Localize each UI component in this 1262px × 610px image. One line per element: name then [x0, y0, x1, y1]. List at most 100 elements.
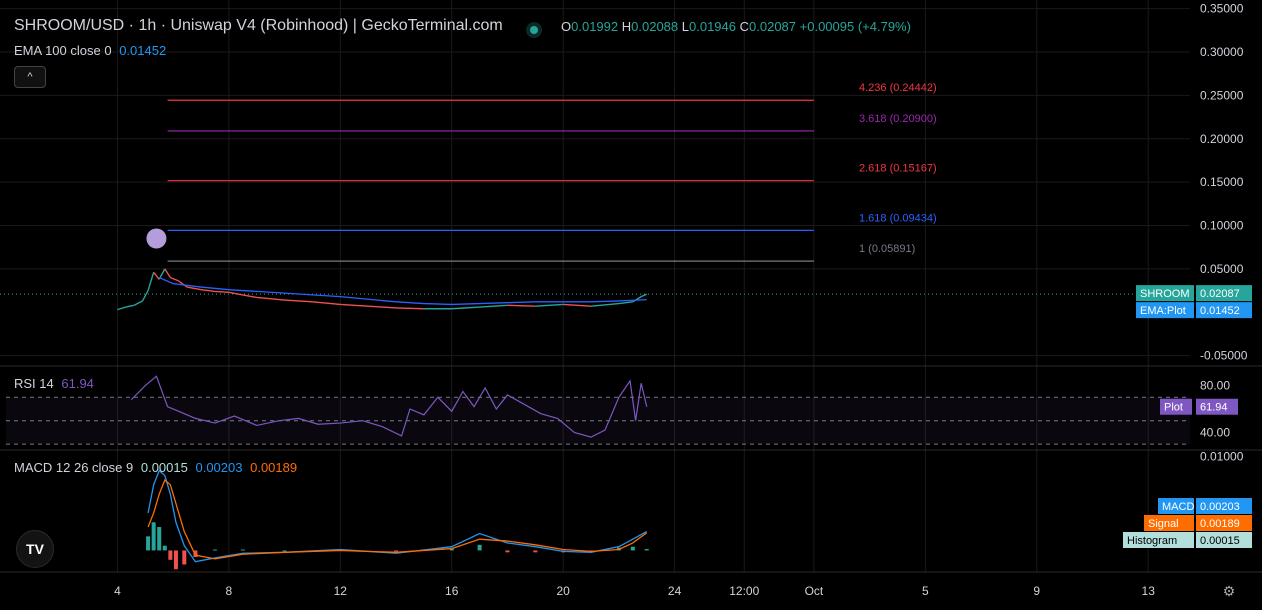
ohlc-c-label: C	[739, 19, 750, 34]
ohlc-l-value: 0.01946	[689, 19, 736, 34]
flag-marker-icon	[146, 228, 167, 249]
tradingview-logo[interactable]: TV	[16, 530, 54, 568]
rsi-tag-name: Plot	[1164, 402, 1183, 414]
price-segment	[368, 305, 397, 309]
x-tick-label: 12:00	[729, 584, 759, 598]
macd-histogram-bar	[477, 544, 482, 551]
settings-icon[interactable]: ⚙	[1220, 582, 1238, 600]
price-segment	[640, 293, 648, 298]
rsi-legend[interactable]: RSI 14 61.94	[14, 376, 94, 391]
macd-line	[147, 469, 648, 563]
price-segment	[396, 307, 424, 310]
price-segment	[164, 268, 171, 278]
price-segment	[133, 300, 143, 306]
price-axis-tick-label: 0.35000	[1200, 2, 1244, 16]
x-tick-label: 8	[226, 584, 233, 598]
chevron-up-icon: ^	[27, 71, 33, 83]
macd-tag-name: MACD	[1162, 501, 1194, 513]
macd-histogram-bar	[173, 550, 178, 570]
price-segment	[632, 296, 642, 303]
macd-histogram-bar	[644, 549, 649, 551]
price-segment	[214, 290, 229, 293]
macd-histogram-bar	[157, 527, 162, 551]
x-tick-label: 20	[556, 584, 570, 598]
ohlc-c-value: 0.02087	[749, 19, 797, 34]
price-axis-tick-label: 0.30000	[1200, 45, 1244, 59]
macd-histogram-bar	[240, 549, 245, 551]
price-axis-tick-label: 0.10000	[1200, 218, 1244, 232]
x-tick-label: 4	[114, 584, 121, 598]
price-segment	[200, 288, 216, 293]
price-segment	[141, 290, 149, 302]
macd-legend[interactable]: MACD 12 26 close 9 0.00015 0.00203 0.001…	[14, 460, 297, 475]
ohlc-readout: O0.01992 H0.02088 L0.01946 C0.02087 +0.0…	[561, 19, 911, 34]
macd-histogram-bar	[162, 545, 167, 551]
price-segment	[618, 301, 633, 305]
macd-hist-value: 0.00015	[140, 460, 188, 475]
price-segment	[451, 306, 480, 310]
macd-axis-tick-label: 0.01000	[1200, 450, 1244, 464]
price-tag-value: 0.02087	[1200, 288, 1240, 300]
macd-histogram-bar	[168, 550, 173, 560]
ohlc-o-label: O	[561, 19, 572, 34]
price-segment	[284, 299, 313, 303]
rsi-axis-tick-label: 40.00	[1200, 425, 1230, 439]
fib-level-label: 2.618 (0.15167)	[859, 163, 937, 175]
chart-title: SHROOM/USD · 1h · Uniswap V4 (Robinhood)…	[14, 17, 503, 34]
x-tick-label: Oct	[805, 584, 824, 598]
price-segment	[590, 302, 619, 307]
signal-line	[147, 479, 648, 560]
macd-histogram-bar	[533, 550, 538, 553]
price-segment	[125, 304, 135, 308]
macd-histogram-bar	[630, 546, 635, 551]
fib-level-label: 4.236 (0.24442)	[859, 82, 937, 94]
ema-legend[interactable]: EMA 100 close 0 0.01452	[14, 43, 166, 58]
price-segment	[256, 296, 285, 301]
x-tick-label: 13	[1142, 584, 1156, 598]
price-tag-value: 0.01452	[1200, 305, 1240, 317]
chart-canvas[interactable]: 4 8 12 16 20 24 12:00 Oct 5 9 13 0.35000 0.30000 0.25…	[0, 0, 1262, 610]
macd-tag-value: 0.00015	[1200, 535, 1240, 547]
price-segment	[507, 304, 536, 307]
x-tick-label: 9	[1033, 584, 1040, 598]
x-tick-label: 24	[668, 584, 682, 598]
fib-level-label: 3.618 (0.20900)	[859, 113, 937, 125]
x-tick-label: 5	[922, 584, 929, 598]
macd-tag-value: 0.00189	[1200, 518, 1240, 530]
macd-label: MACD 12 26 close 9	[14, 460, 134, 475]
rsi-value: 61.94	[61, 376, 94, 391]
price-segment	[312, 301, 341, 306]
ema-value: 0.01452	[119, 43, 167, 58]
fib-level-label: 1.618 (0.09434)	[859, 212, 937, 224]
rsi-tag-value: 61.94	[1200, 402, 1228, 414]
ohlc-h-label: H	[621, 19, 632, 34]
ema-line	[158, 276, 647, 306]
ohlc-h-value: 0.02088	[631, 19, 679, 34]
fib-level-label: 1 (0.05891)	[859, 243, 915, 255]
price-tag-name: EMA:Plot	[1140, 305, 1186, 317]
price-segment	[117, 306, 127, 311]
x-tick-label: 12	[334, 584, 348, 598]
macd-histogram-bar	[282, 550, 287, 552]
price-axis-tick-label: 0.05000	[1200, 262, 1244, 276]
macd-histogram-bar	[146, 536, 151, 551]
price-segment	[340, 303, 369, 307]
macd-histogram-bar	[212, 549, 217, 551]
collapse-legend-button[interactable]: ^	[14, 66, 46, 88]
macd-tag-name: Signal	[1148, 518, 1179, 530]
macd-histogram-bar	[151, 522, 156, 551]
price-axis-tick-label: 0.25000	[1200, 88, 1244, 102]
macd-histogram-bar	[182, 550, 187, 565]
price-segment	[228, 291, 243, 296]
ohlc-change: +0.00095 (+4.79%)	[799, 19, 911, 34]
rsi-axis-tick-label: 80.00	[1200, 379, 1230, 393]
macd-tag-name: Histogram	[1127, 535, 1177, 547]
price-axis-tick-label: 0.15000	[1200, 175, 1244, 189]
macd-tag-value: 0.00203	[1200, 501, 1240, 513]
macd-histogram-bar	[505, 550, 510, 553]
price-segment	[479, 304, 508, 308]
price-segment	[147, 272, 155, 291]
macd-macd-value: 0.00203	[195, 460, 243, 475]
price-segment	[153, 271, 160, 280]
live-indicator-icon	[530, 22, 538, 37]
